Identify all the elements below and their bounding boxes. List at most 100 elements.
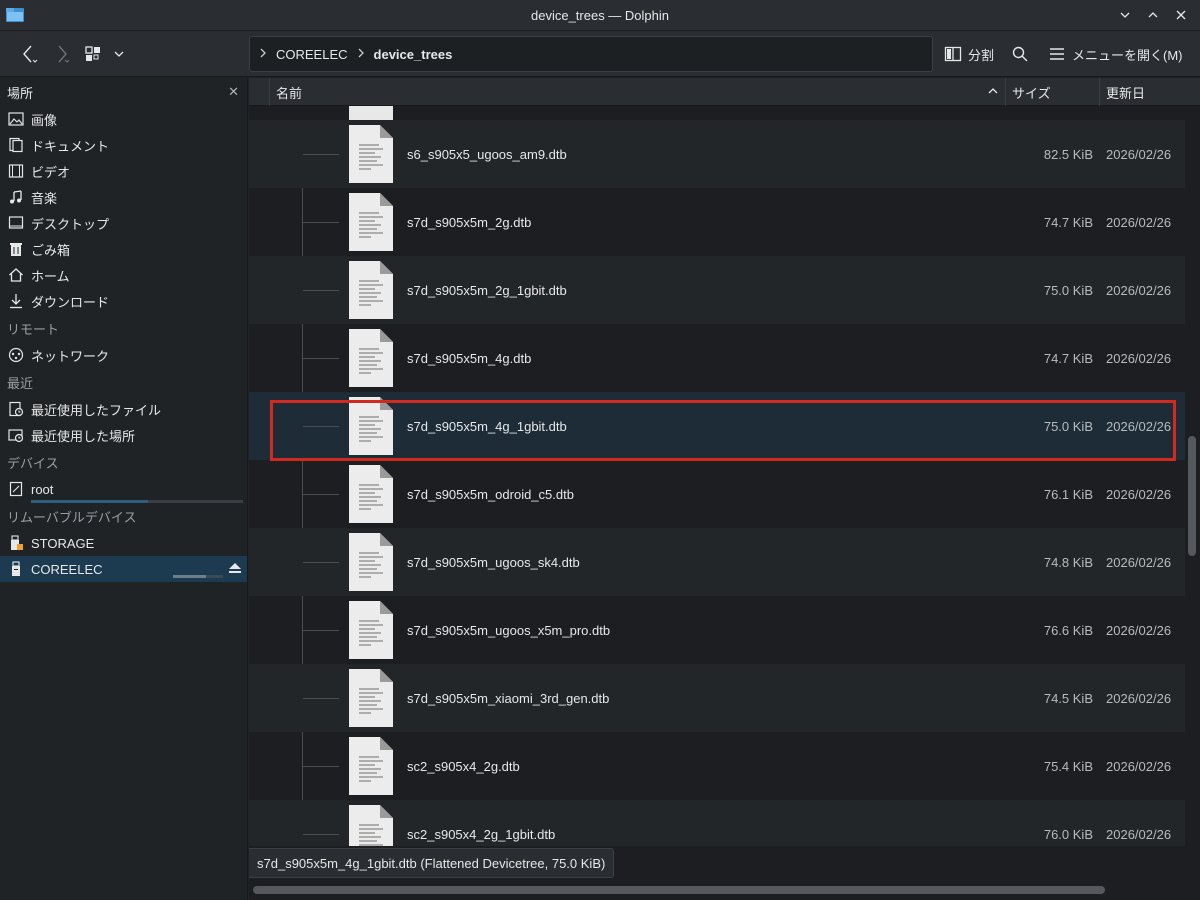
column-size[interactable]: サイズ — [1005, 78, 1099, 106]
sidebar-item-downloads[interactable]: ダウンロード — [0, 288, 247, 314]
forward-button[interactable] — [46, 39, 76, 69]
file-size: 74.7 KiB — [1043, 214, 1093, 230]
chevron-right-icon — [258, 47, 268, 62]
minimize-button[interactable] — [1114, 4, 1136, 26]
highlight-box — [270, 400, 1176, 461]
table-row[interactable]: s7d_s905x5m_ugoos_x5m_pro.dtb 76.6 KiB 202… — [249, 596, 1185, 664]
back-arrow-icon — [23, 45, 38, 63]
sidebar-item-label: 最近使用したファイル — [31, 402, 162, 418]
sort-ascending-icon — [987, 85, 999, 100]
recent-locations-icon — [7, 427, 24, 444]
table-row[interactable]: sc2_s905x4_2g.dtb 75.4 KiB 2026/02/26 — [249, 732, 1185, 800]
column-header: 名前 サイズ 更新日 — [249, 78, 1200, 106]
file-name: s7d_s905x5m_odroid_c5.dtb — [407, 486, 574, 502]
sidebar-item-storage[interactable]: STORAGE — [0, 530, 247, 556]
sidebar-item-documents[interactable]: ドキュメント — [0, 132, 247, 158]
sidebar-item-label: COREELEC — [31, 561, 103, 577]
document-icon — [7, 137, 24, 154]
trash-icon — [7, 241, 24, 258]
search-icon — [1012, 46, 1028, 62]
root-usage-fill — [31, 500, 148, 503]
root-usage-bar — [31, 500, 243, 503]
close-panel-icon[interactable]: ✕ — [228, 84, 239, 100]
music-icon — [7, 189, 24, 206]
file-list: s6_s905x5_ugoos_am9.dtb 82.5 KiB 2026/02/2… — [249, 106, 1185, 846]
sidebar-item-music[interactable]: 音楽 — [0, 184, 247, 210]
removable-section-header: リムーバブルデバイス — [7, 509, 137, 525]
close-button[interactable] — [1170, 4, 1192, 26]
table-row[interactable]: s7d_s905x5m_2g_1gbit.dtb 75.0 KiB 2026/02/… — [249, 256, 1185, 324]
sidebar-item-desktop[interactable]: デスクトップ — [0, 210, 247, 236]
sidebar-item-recent-locations[interactable]: 最近使用した場所 — [0, 422, 247, 448]
file-date: 2026/02/26 — [1106, 826, 1172, 842]
table-row[interactable]: s7d_s905x5m_ugoos_sk4.dtb 74.8 KiB 2026/02… — [249, 528, 1185, 596]
table-row[interactable]: sc2_s905x4_2g_1gbit.dtb 76.0 KiB 2026/02/2… — [249, 800, 1185, 846]
open-menu-label: メニューを開く(M) — [1072, 47, 1183, 63]
location-bar[interactable]: COREELEC device_trees — [249, 36, 933, 72]
column-name-label: 名前 — [276, 85, 303, 101]
file-icon — [349, 805, 393, 846]
file-size: 74.7 KiB — [1043, 350, 1093, 366]
places-panel: 場所 ✕ 画像 ドキュメント ビデオ 音楽 デスクトップ ごみ箱 ホーム ダウン… — [0, 78, 248, 900]
file-size: 74.5 KiB — [1043, 690, 1093, 706]
file-name: s7d_s905x5m_ugoos_sk4.dtb — [407, 554, 580, 570]
table-row[interactable]: s7d_s905x5m_xiaomi_3rd_gen.dtb 74.5 KiB 20… — [249, 664, 1185, 732]
coreelec-usage-fill — [173, 575, 206, 578]
table-row[interactable]: s7d_s905x5m_4g.dtb 74.7 KiB 2026/02/26 — [249, 324, 1185, 392]
split-view-icon — [944, 46, 962, 62]
sidebar-item-label: ドキュメント — [31, 138, 110, 154]
horizontal-scrollbar[interactable] — [253, 886, 1105, 894]
file-date: 2026/02/26 — [1106, 282, 1172, 298]
table-row[interactable]: s6_s905x5_ugoos_am9.dtb 82.5 KiB 2026/02/2… — [249, 120, 1185, 188]
column-modified[interactable]: 更新日 — [1099, 78, 1200, 106]
breadcrumb-device-trees[interactable]: device_trees — [374, 47, 453, 62]
status-tooltip: s7d_s905x5m_4g_1gbit.dtb (Flattened Devi… — [249, 848, 615, 878]
back-button[interactable] — [14, 39, 44, 69]
file-date: 2026/02/26 — [1106, 622, 1172, 638]
home-icon — [7, 267, 24, 284]
tree-branch — [303, 834, 339, 835]
table-row[interactable]: s7d_s905x5m_odroid_c5.dtb 76.1 KiB 2026/02… — [249, 460, 1185, 528]
column-name[interactable]: 名前 — [269, 78, 1005, 106]
open-menu-button[interactable]: メニューを開く(M) — [1048, 39, 1183, 69]
file-name: s6_s905x5_ugoos_am9.dtb — [407, 146, 567, 162]
maximize-button[interactable] — [1142, 4, 1164, 26]
list-item[interactable] — [249, 106, 1185, 120]
sidebar-item-network[interactable]: ネットワーク — [0, 342, 247, 368]
sidebar-item-home[interactable]: ホーム — [0, 262, 247, 288]
image-icon — [7, 111, 24, 128]
sidebar-item-pictures[interactable]: 画像 — [0, 106, 247, 132]
vertical-scrollbar[interactable] — [1188, 106, 1196, 868]
recent-files-icon — [7, 401, 24, 418]
view-mode-dropdown[interactable] — [108, 39, 130, 69]
breadcrumb-coreelec[interactable]: COREELEC — [276, 47, 348, 62]
sidebar-item-root[interactable]: root — [0, 476, 247, 503]
sidebar-item-label: デスクトップ — [31, 216, 110, 232]
file-size: 74.8 KiB — [1043, 554, 1093, 570]
search-button[interactable] — [1011, 39, 1029, 69]
view-mode-button[interactable] — [82, 39, 104, 69]
sidebar-item-videos[interactable]: ビデオ — [0, 158, 247, 184]
file-date: 2026/02/26 — [1106, 350, 1172, 366]
file-date: 2026/02/26 — [1106, 486, 1172, 502]
file-icon — [349, 465, 393, 523]
scrollbar-thumb[interactable] — [1188, 436, 1196, 556]
file-size: 75.4 KiB — [1043, 758, 1093, 774]
file-name: s7d_s905x5m_2g.dtb — [407, 214, 532, 230]
file-name: sc2_s905x4_2g_1gbit.dtb — [407, 826, 556, 842]
file-name: s7d_s905x5m_4g.dtb — [407, 350, 532, 366]
sidebar-item-coreelec[interactable]: COREELEC — [0, 556, 247, 582]
file-icon — [349, 329, 393, 387]
sidebar-item-recent-files[interactable]: 最近使用したファイル — [0, 396, 247, 422]
eject-icon[interactable] — [228, 561, 242, 578]
table-row[interactable]: s7d_s905x5m_2g.dtb 74.7 KiB 2026/02/26 — [249, 188, 1185, 256]
sidebar-item-trash[interactable]: ごみ箱 — [0, 236, 247, 262]
file-icon — [349, 106, 393, 120]
split-button[interactable]: 分割 — [944, 39, 994, 69]
file-icon — [349, 601, 393, 659]
sidebar-item-label: ビデオ — [31, 164, 71, 180]
sidebar-item-label: root — [31, 481, 54, 497]
file-name: sc2_s905x4_2g.dtb — [407, 758, 520, 774]
remote-section-header: リモート — [7, 321, 60, 337]
file-icon — [349, 261, 393, 319]
